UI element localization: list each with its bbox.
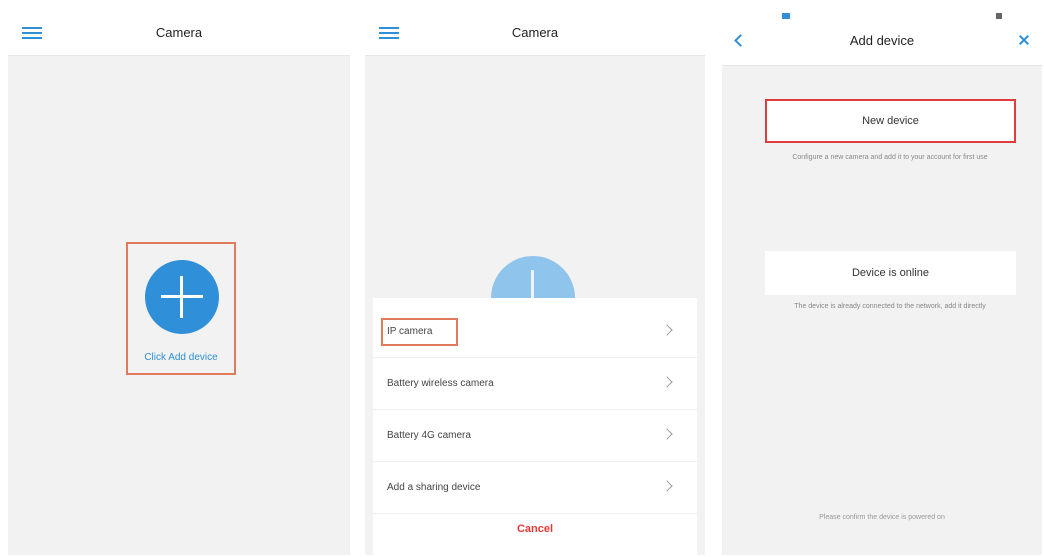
new-device-button[interactable]: New device	[765, 99, 1016, 143]
footer-note: Please confirm the device is powered on	[819, 514, 945, 521]
option-label: Add a sharing device	[387, 482, 481, 493]
device-online-button[interactable]: Device is online	[765, 251, 1016, 295]
page-title: Add device	[849, 33, 915, 48]
plus-icon[interactable]	[145, 260, 219, 334]
chevron-right-icon	[661, 428, 673, 440]
option-add-sharing-device[interactable]: Add a sharing device	[373, 462, 697, 514]
option-ip-camera[interactable]: IP camera	[373, 306, 697, 358]
new-device-description: Configure a new camera and add it to you…	[792, 154, 988, 161]
option-label: Battery 4G camera	[387, 430, 471, 441]
device-online-description: The device is already connected to the n…	[794, 303, 986, 310]
chevron-right-icon	[661, 376, 673, 388]
page-title: Camera	[155, 25, 203, 40]
camera-screen: Camera Click Add device	[8, 10, 350, 555]
navbar: Camera	[365, 10, 705, 56]
navbar: Camera	[8, 10, 350, 56]
add-device-label[interactable]: Click Add device	[128, 352, 234, 363]
chevron-right-icon	[661, 480, 673, 492]
add-device-area[interactable]: Click Add device	[126, 242, 236, 375]
cancel-button[interactable]: Cancel	[373, 514, 697, 544]
option-label: Battery wireless camera	[387, 378, 494, 389]
page-title: Camera	[511, 25, 559, 40]
close-icon[interactable]	[1018, 34, 1030, 46]
option-battery-4g-camera[interactable]: Battery 4G camera	[373, 410, 697, 462]
camera-screen-sheet: Camera IP camera Battery wireless camera…	[365, 10, 705, 555]
option-battery-wireless-camera[interactable]: Battery wireless camera	[373, 358, 697, 410]
chevron-right-icon	[661, 324, 673, 336]
add-device-screen: Add device New device Configure a new ca…	[722, 10, 1042, 555]
device-type-sheet: IP camera Battery wireless camera Batter…	[373, 298, 697, 555]
option-label: IP camera	[387, 326, 433, 337]
navbar: Add device	[722, 10, 1042, 66]
